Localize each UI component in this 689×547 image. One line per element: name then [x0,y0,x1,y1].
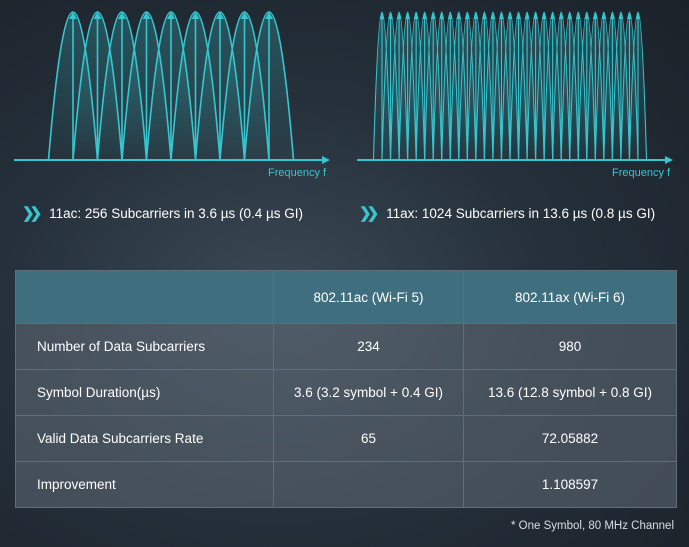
double-chevron-right-icon: ❯❯ [22,205,42,222]
table-header-cell: 802.11ax (Wi-Fi 6) [463,270,677,324]
subcarrier-arrowhead [490,12,496,19]
subcarrier-arrowhead [473,12,479,19]
row-label: Symbol Duration(µs) [15,369,274,416]
subcarrier-arrowhead [541,12,547,19]
table-cell: 1.108597 [463,461,677,508]
subcarrier-arrowhead [533,12,539,19]
double-chevron-right-icon: ❯❯ [359,205,379,222]
subcarrier-arrowhead [481,12,487,19]
frequency-axis-label-11ac: Frequency f [268,167,327,179]
table-cell: 980 [463,323,677,370]
subcarrier-arrowhead [550,12,556,19]
subcarrier-arrowhead [558,12,564,19]
subcarrier-arrowhead [567,12,573,19]
ofdm-diagram-11ac [14,11,330,164]
table-header-cell [15,270,274,324]
comparison-table: 802.11ac (Wi-Fi 5) 802.11ax (Wi-Fi 6) Nu… [15,270,677,508]
caption-11ax-text: 11ax: 1024 Subcarriers in 13.6 µs (0.8 µ… [386,205,656,221]
subcarrier-arrowhead [584,12,590,19]
subcarrier-arrowhead [388,12,394,19]
table-cell: 65 [273,415,464,462]
caption-11ax: ❯❯ 11ax: 1024 Subcarriers in 13.6 µs (0.… [359,204,655,222]
subcarrier-arrowhead [396,12,402,19]
ofdm-diagram-11ax [357,11,673,164]
subcarrier-arrowhead [498,12,504,19]
subcarrier-arrowhead [430,12,436,19]
footnote: * One Symbol, 80 MHz Channel [511,520,674,532]
table-cell: 72.05882 [463,415,677,462]
table-row: Valid Data Subcarriers Rate 65 72.05882 [15,415,677,462]
subcarrier-arrowhead [422,12,428,19]
subcarrier-arrowhead [635,12,641,19]
table-row: Improvement 1.108597 [15,461,677,508]
subcarrier-arrowhead [379,12,385,19]
subcarrier-arrowhead [592,12,598,19]
subcarrier-arrowhead [439,12,445,19]
table-header-row: 802.11ac (Wi-Fi 5) 802.11ax (Wi-Fi 6) [15,270,677,324]
subcarrier-arrowhead [507,12,513,19]
table-row: Number of Data Subcarriers 234 980 [15,323,677,370]
subcarrier-arrowhead [618,12,624,19]
subcarrier-arrowhead [609,12,615,19]
frequency-axis-label-11ax: Frequency f [612,167,671,179]
table-header-cell: 802.11ac (Wi-Fi 5) [273,270,464,324]
subcarrier-arrowhead [601,12,607,19]
table-cell: 234 [273,323,464,370]
subcarrier-arrowhead [524,12,530,19]
axis-arrow-icon [665,156,673,164]
table-row: Symbol Duration(µs) 3.6 (3.2 symbol + 0.… [15,369,677,416]
caption-11ac-text: 11ac: 256 Subcarriers in 3.6 µs (0.4 µs … [49,205,304,221]
caption-11ac: ❯❯ 11ac: 256 Subcarriers in 3.6 µs (0.4 … [22,204,303,222]
row-label: Valid Data Subcarriers Rate [15,415,274,462]
table-cell [273,461,464,508]
table-cell: 3.6 (3.2 symbol + 0.4 GI) [273,369,464,416]
subcarrier-arrowhead [413,12,419,19]
subcarrier-arrowhead [575,12,581,19]
subcarrier-arrowhead [447,12,453,19]
row-label: Improvement [15,461,274,508]
axis-arrow-icon [322,156,330,164]
table-cell: 13.6 (12.8 symbol + 0.8 GI) [463,369,677,416]
row-label: Number of Data Subcarriers [15,323,274,370]
subcarrier-arrowhead [464,12,470,19]
subcarrier-arrowhead [456,12,462,19]
subcarrier-arrowhead [405,12,411,19]
subcarrier-arrowhead [626,12,632,19]
subcarrier-arrowhead [516,12,522,19]
